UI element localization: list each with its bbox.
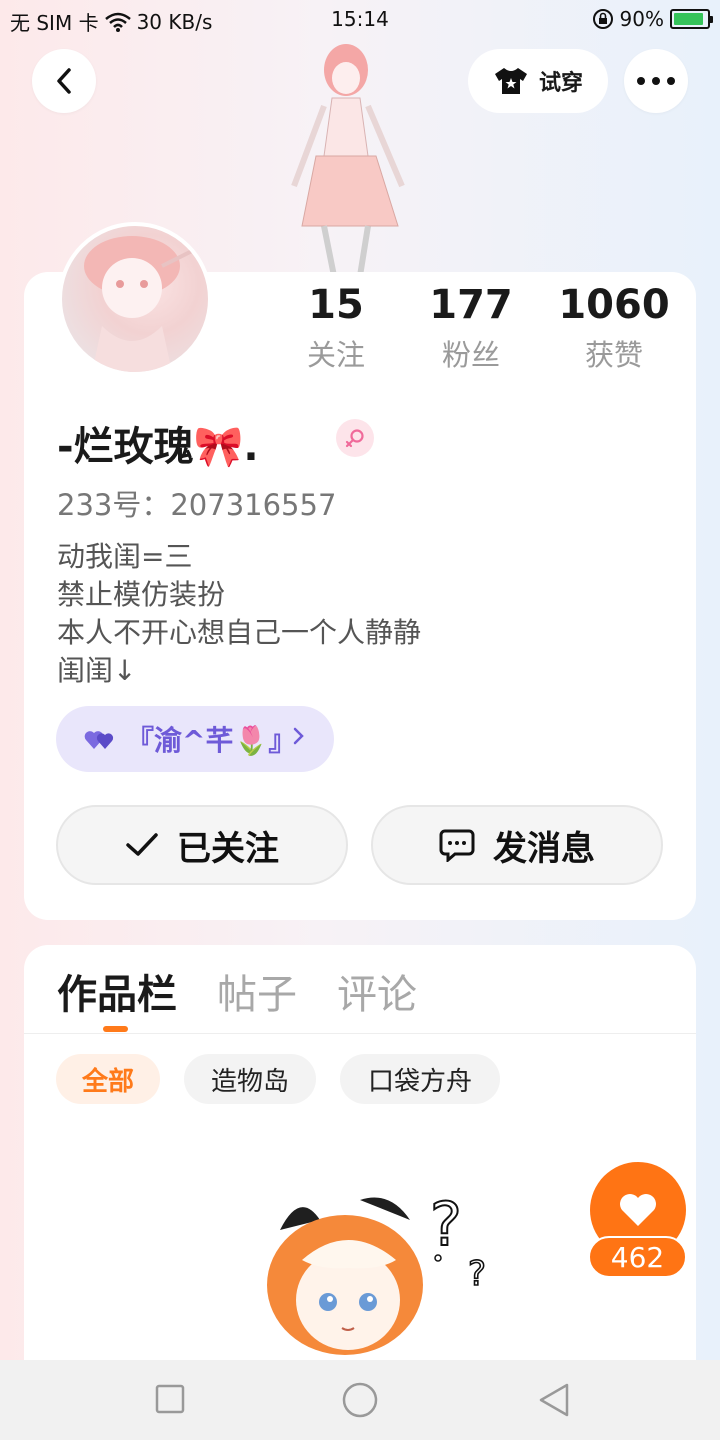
- tab-posts[interactable]: 帖子: [217, 962, 297, 1020]
- recents-square-icon[interactable]: [155, 1384, 185, 1414]
- tshirt-icon: [494, 68, 527, 94]
- user-id: 233号：207316557: [57, 488, 337, 522]
- bio-line: 本人不开心想自己一个人静静: [57, 616, 422, 649]
- likes-stat[interactable]: 1060 获赞: [539, 282, 689, 374]
- bio: 动我闺=三 禁止模仿装扮 本人不开心想自己一个人静静 闺闺↓: [57, 538, 421, 690]
- followers-count: 177: [429, 282, 513, 328]
- navigation-bar: [0, 1360, 720, 1440]
- gender-badge: [336, 419, 374, 457]
- rotation-lock-icon: [592, 9, 613, 29]
- female-symbol-icon: [345, 429, 364, 448]
- following-button-label: 已关注: [177, 828, 279, 869]
- avatar[interactable]: [58, 222, 212, 376]
- bio-line: 禁止模仿装扮: [57, 578, 226, 611]
- mascot-illustration: ? ?: [267, 1190, 487, 1355]
- status-bar: 无 SIM 卡 30 KB/s 15:14 90%: [0, 0, 720, 38]
- message-button[interactable]: 发消息: [371, 805, 663, 885]
- likes-label: 获赞: [584, 338, 643, 372]
- bio-line: 动我闺=三: [57, 540, 193, 573]
- filter-pocket-ark[interactable]: 口袋方舟: [340, 1054, 500, 1104]
- nickname: -︎︎︎烂玫瑰🎀.: [57, 424, 259, 470]
- followers-label: 粉丝: [441, 338, 500, 372]
- svg-text:?: ?: [430, 1190, 462, 1260]
- chat-bubble-icon: [439, 829, 475, 862]
- tab-indicator: [103, 1026, 128, 1032]
- followers-stat[interactable]: 177 粉丝: [396, 282, 546, 374]
- back-triangle-icon[interactable]: [537, 1382, 571, 1418]
- like-count-badge: 462: [588, 1236, 687, 1278]
- message-button-label: 发消息: [493, 828, 595, 869]
- following-button[interactable]: 已关注: [56, 805, 348, 885]
- filter-creation-island[interactable]: 造物岛: [184, 1054, 316, 1104]
- try-on-label: 试穿: [538, 71, 583, 96]
- filter-all[interactable]: 全部: [56, 1054, 160, 1104]
- svg-text:?: ?: [468, 1254, 486, 1294]
- try-on-button[interactable]: 试穿: [468, 49, 608, 113]
- bio-line: 闺闺↓: [57, 654, 137, 687]
- double-heart-icon: [84, 731, 114, 749]
- tab-works[interactable]: 作品栏: [57, 962, 177, 1020]
- heart-icon: [620, 1194, 656, 1226]
- likes-count: 1060: [558, 282, 670, 328]
- back-button[interactable]: [32, 49, 96, 113]
- following-stat[interactable]: 15 关注: [261, 282, 411, 374]
- tab-divider: [24, 1033, 696, 1034]
- cp-tag-label: 『渝^芊🌷』: [126, 724, 297, 757]
- tab-comments[interactable]: 评论: [337, 962, 417, 1020]
- avatar-image: [84, 236, 203, 372]
- battery-icon: [670, 9, 713, 29]
- checkmark-icon: [126, 833, 158, 856]
- more-dots-icon: [637, 77, 675, 85]
- more-button[interactable]: [624, 49, 688, 113]
- following-count: 15: [308, 282, 364, 328]
- chevron-right-icon: [293, 727, 304, 745]
- following-label: 关注: [306, 338, 365, 372]
- cp-tag-pill[interactable]: 『渝^芊🌷』: [56, 706, 334, 772]
- character-figure-image: [291, 44, 405, 276]
- home-circle-icon[interactable]: [341, 1381, 379, 1419]
- battery-percent: 90%: [619, 7, 664, 31]
- chevron-left-icon: [57, 68, 71, 94]
